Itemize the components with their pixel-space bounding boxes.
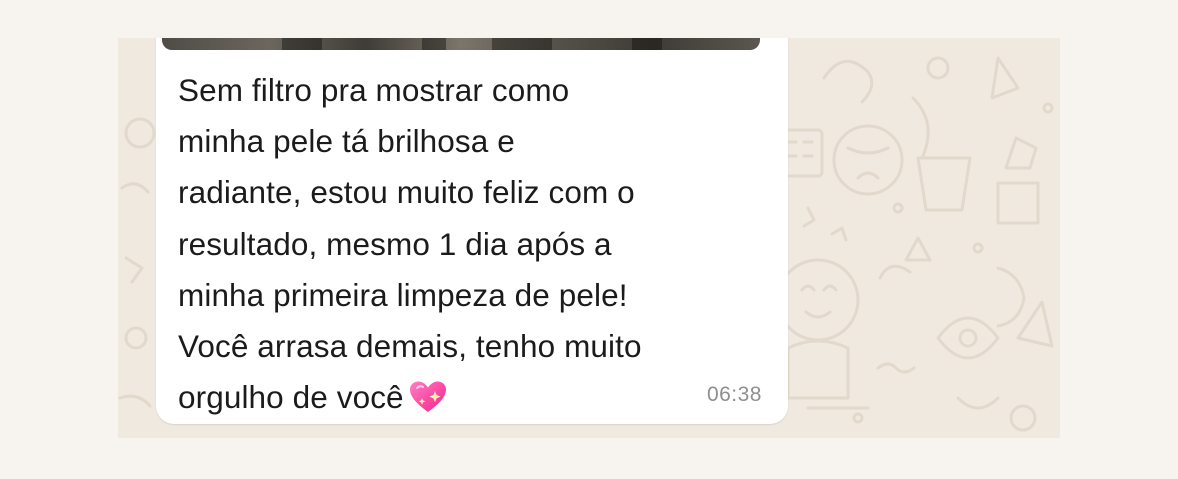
chat-area: Sem filtro pra mostrar como minha pele t… xyxy=(118,38,1060,438)
message-bubble[interactable]: Sem filtro pra mostrar como minha pele t… xyxy=(156,38,788,424)
message-body: Sem filtro pra mostrar como minha pele t… xyxy=(178,72,642,416)
sparkling-heart-icon xyxy=(409,381,446,413)
media-preview-edge[interactable] xyxy=(162,38,760,50)
message-text: Sem filtro pra mostrar como minha pele t… xyxy=(178,65,758,423)
message-timestamp: 06:38 xyxy=(706,383,762,406)
